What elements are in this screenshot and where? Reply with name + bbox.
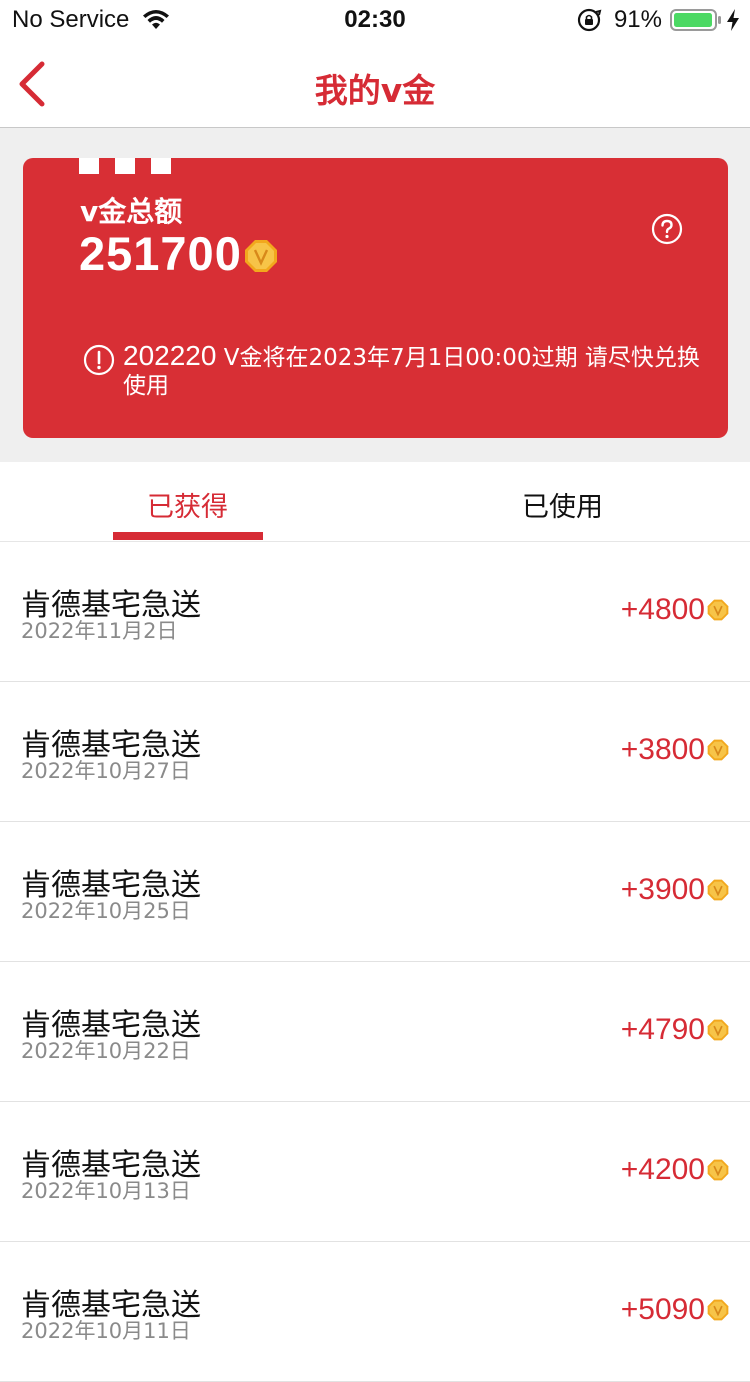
summary-area: v金总额 251700 202220 V金将在2023年7月1日00:00过期 … [0,128,750,462]
battery-icon [670,9,721,31]
record-date: 2022年11月2日 [21,619,178,643]
record-date: 2022年10月27日 [21,759,191,783]
record-amount: +3900 [620,873,705,906]
v-coin-icon [707,739,729,761]
record-list: 肯德基宅急送 2022年11月2日 +4800 肯德基宅急送 2022年10月2… [0,542,750,1382]
list-item[interactable]: 肯德基宅急送 2022年10月27日 +3800 [0,682,750,822]
total-amount: 251700 [79,227,242,280]
tab-bar: 已获得 已使用 [0,462,750,542]
page-title: 我的v金 [314,71,436,110]
notice-text: 202220 V金将在2023年7月1日00:00过期 请尽快兑换使用 [123,342,713,400]
record-amount: +4790 [620,1013,705,1046]
v-coin-icon [707,879,729,901]
record-date: 2022年10月11日 [21,1319,191,1343]
total-label: v金总额 [80,195,183,228]
v-coin-icon [707,1019,729,1041]
total-row: 251700 [79,226,278,281]
list-item[interactable]: 肯德基宅急送 2022年10月22日 +4790 [0,962,750,1102]
list-item[interactable]: 肯德基宅急送 2022年10月11日 +5090 [0,1242,750,1382]
v-coin-icon [244,239,277,272]
balance-card: v金总额 251700 202220 V金将在2023年7月1日00:00过期 … [23,158,728,438]
v-coin-icon [707,1159,729,1181]
nav-bar: 我的v金 [0,40,750,128]
record-amount-group: +5090 [621,1293,729,1327]
v-coin-icon [707,1299,729,1321]
battery-percent: 91% [613,6,662,33]
record-amount: +4200 [620,1153,705,1186]
list-item[interactable]: 肯德基宅急送 2022年10月25日 +3900 [0,822,750,962]
question-circle-icon[interactable] [651,213,683,245]
card-decoration [79,158,187,174]
record-date: 2022年10月25日 [21,899,191,923]
rotation-lock-icon [577,8,602,32]
record-amount-group: +4790 [621,1013,729,1047]
tab-used-label: 已使用 [522,492,603,523]
record-amount-group: +4200 [621,1153,729,1187]
record-amount-group: +4800 [621,593,729,627]
list-item[interactable]: 肯德基宅急送 2022年10月13日 +4200 [0,1102,750,1242]
record-date: 2022年10月13日 [21,1179,191,1203]
tab-earned-label: 已获得 [147,492,228,523]
status-right: 91% [576,6,740,34]
charging-bolt-icon [727,9,739,31]
status-bar: No Service 02:30 91% [0,0,750,40]
record-amount: +5090 [620,1293,705,1326]
v-coin-icon [707,599,729,621]
expiring-amount: 202220 [123,340,217,371]
record-date: 2022年10月22日 [21,1039,191,1063]
record-amount-group: +3900 [621,873,729,907]
expiry-notice: 202220 V金将在2023年7月1日00:00过期 请尽快兑换使用 [83,342,713,400]
tab-earned[interactable]: 已获得 [0,462,375,541]
record-amount-group: +3800 [621,733,729,767]
list-item[interactable]: 肯德基宅急送 2022年11月2日 +4800 [0,542,750,682]
tab-used[interactable]: 已使用 [375,462,750,541]
record-amount: +3800 [620,733,705,766]
active-tab-indicator [113,532,263,540]
exclamation-circle-icon [83,344,115,376]
record-amount: +4800 [620,593,705,626]
